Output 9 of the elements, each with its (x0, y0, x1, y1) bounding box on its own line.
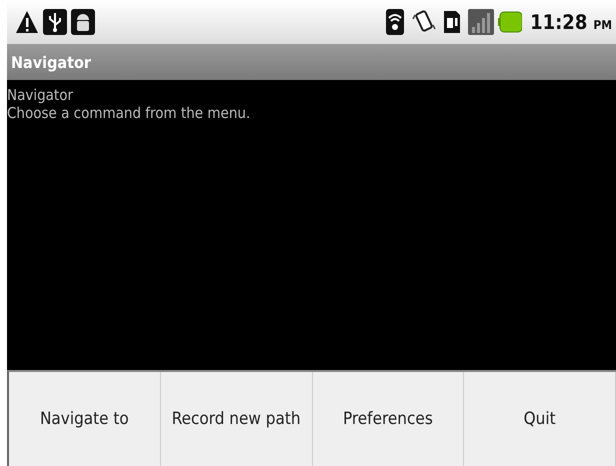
warning-icon (15, 9, 39, 35)
window-title: Navigator (11, 52, 91, 72)
clock-time: 11:28 (530, 10, 588, 34)
clock-meridiem: PM (593, 17, 612, 32)
message-text: Navigator (7, 86, 74, 104)
usb-icon (43, 9, 67, 35)
battery-icon (498, 9, 522, 35)
message-text: Choose a command from the menu. (7, 104, 250, 122)
signal-bars-icon (468, 9, 494, 35)
